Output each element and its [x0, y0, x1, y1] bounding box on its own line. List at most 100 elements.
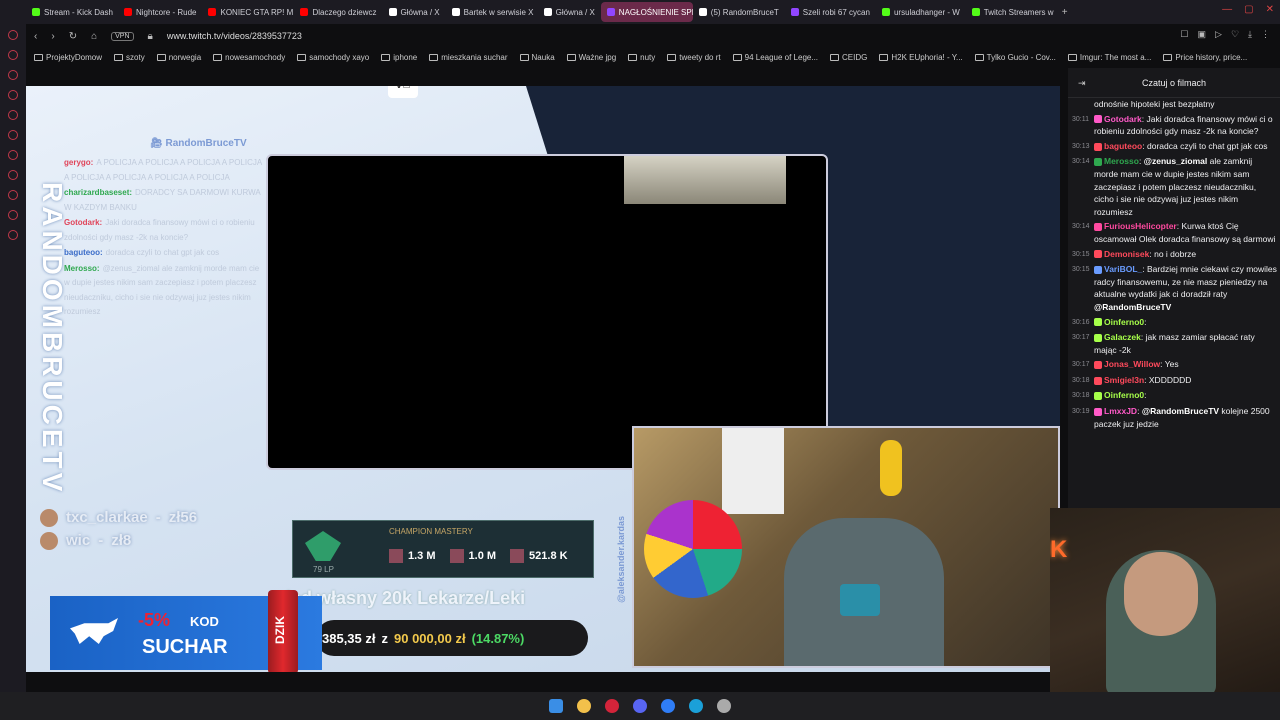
bookmark-item[interactable]: nowesamochody — [213, 53, 285, 62]
overlay-chat-text: doradca czyli to chat gpt jak cos — [105, 248, 220, 257]
bookmark-icon[interactable]: ☐ — [1180, 29, 1188, 40]
bookmark-item[interactable]: tweety do rt — [667, 53, 721, 62]
chat-timestamp[interactable]: 30:17 — [1072, 358, 1090, 372]
browser-tab[interactable]: Stream - Kick Dash — [26, 2, 118, 22]
chat-message-body: Jonas_Willow: Yes — [1094, 358, 1278, 372]
chat-message: 30:13 baguteoo: doradca czyli to chat gpt… — [1072, 140, 1278, 154]
browser-tab[interactable]: (5) RandomBruceT — [693, 2, 785, 22]
bookmark-item[interactable]: szoty — [114, 53, 145, 62]
bookmark-item[interactable]: nuty — [628, 53, 655, 62]
chat-username[interactable]: Smigiel3n — [1104, 375, 1144, 385]
chat-message-body: baguteoo: doradca czyli to chat gpt jak … — [1094, 140, 1278, 154]
bookmark-item[interactable]: ProjektyDomow — [34, 53, 102, 62]
chat-username[interactable]: VariBOL_ — [1104, 264, 1142, 274]
bookmark-item[interactable]: H2K EUphoria! - Y... — [879, 53, 963, 62]
bookmark-item[interactable]: mieszkania suchar — [429, 53, 508, 62]
neon-sign: K — [1050, 536, 1068, 563]
new-tab-icon[interactable]: + — [1062, 7, 1068, 18]
chat-username[interactable]: LmxxJD — [1104, 406, 1137, 416]
sidebar-icon[interactable] — [8, 150, 18, 160]
sidebar-icon[interactable] — [8, 90, 18, 100]
settings-icon[interactable] — [717, 699, 731, 713]
chat-timestamp[interactable]: 30:19 — [1072, 405, 1090, 430]
chat-username[interactable]: FuriousHelicopter — [1104, 221, 1177, 231]
streamer-name-vertical: RANDOMBRUCETV — [37, 182, 68, 496]
file-explorer-icon[interactable] — [577, 699, 591, 713]
chat-username[interactable]: baguteoo — [1104, 141, 1142, 151]
sidebar-icon[interactable] — [8, 130, 18, 140]
chat-username[interactable]: Galaczek — [1104, 332, 1141, 342]
messenger-icon[interactable] — [661, 699, 675, 713]
chat-timestamp[interactable]: 30:13 — [1072, 140, 1090, 154]
chat-timestamp[interactable]: 30:15 — [1072, 263, 1090, 313]
play-icon[interactable]: ▷ — [1215, 29, 1222, 40]
url-field[interactable]: www.twitch.tv/videos/2839537723 — [167, 31, 302, 41]
stream-control-button[interactable]: V⃞ — [388, 86, 418, 98]
chat-timestamp[interactable]: 30:18 — [1072, 374, 1090, 388]
bookmark-item[interactable]: samochody xayo — [297, 53, 369, 62]
chat-username[interactable]: Oinferno0 — [1104, 317, 1144, 327]
browser-tab[interactable]: Twitch Streamers w — [966, 2, 1058, 22]
bookmark-item[interactable]: Tylko Gucio - Cov... — [974, 53, 1056, 62]
browser-tab[interactable]: Szeli robi 67 cycan — [785, 2, 876, 22]
bookmark-item[interactable]: 94 League of Lege... — [732, 53, 818, 62]
browser-tab[interactable]: Bartek w serwisie X — [446, 2, 538, 22]
chat-timestamp[interactable]: 30:11 — [1072, 113, 1090, 138]
chat-mention[interactable]: @RandomBruceTV — [1142, 406, 1222, 416]
sidebar-icon[interactable] — [8, 170, 18, 180]
chat-timestamp[interactable]: 30:14 — [1072, 155, 1090, 218]
chat-timestamp[interactable]: 30:16 — [1072, 316, 1090, 330]
chat-username[interactable]: Demonisek — [1104, 249, 1149, 259]
sidebar-icon[interactable] — [8, 230, 18, 240]
bookmark-item[interactable]: Nauka — [519, 53, 555, 62]
reload-icon[interactable]: ↻ — [69, 31, 77, 42]
stream-video[interactable]: RANDOMBRUCETV 🎥︎ RandomBruceTV gerygo: A … — [26, 86, 1060, 672]
sidebar-icon[interactable] — [8, 50, 18, 60]
collapse-chat-icon[interactable]: ⇥ — [1078, 78, 1086, 89]
home-icon[interactable]: ⌂ — [91, 31, 97, 42]
bookmark-item[interactable]: CEIDG — [830, 53, 867, 62]
edge-icon[interactable] — [689, 699, 703, 713]
bookmark-item[interactable]: Imgur: The most a... — [1067, 53, 1151, 62]
chat-timestamp[interactable]: 30:17 — [1072, 331, 1090, 356]
forward-icon[interactable]: › — [51, 31, 54, 42]
snapshot-icon[interactable]: ▣ — [1198, 29, 1207, 40]
sidebar-icon[interactable] — [8, 30, 18, 40]
chat-username[interactable]: Oinferno0 — [1104, 390, 1144, 400]
download-icon[interactable]: ⤓ — [1248, 29, 1252, 40]
browser-tab[interactable]: NAGŁOŚNIENIE SPRAV — [600, 2, 693, 22]
chat-mention[interactable]: @RandomBruceTV — [1094, 302, 1171, 312]
heart-icon[interactable]: ♡ — [1231, 29, 1239, 40]
browser-tab[interactable]: Główna / X — [383, 2, 446, 22]
sidebar-icon[interactable] — [8, 110, 18, 120]
maximize-icon[interactable]: ▢ — [1244, 4, 1253, 15]
browser-tab[interactable]: Nightcore - Rude — [118, 2, 202, 22]
vpn-badge[interactable]: VPN — [111, 31, 134, 41]
sidebar-icon[interactable] — [8, 70, 18, 80]
close-icon[interactable]: ✕ — [1266, 4, 1274, 15]
chat-timestamp[interactable]: 30:15 — [1072, 248, 1090, 262]
bookmark-item[interactable]: Ważne jpg — [566, 53, 616, 62]
sidebar-icon[interactable] — [8, 190, 18, 200]
bookmarks-bar: ProjektyDomow szoty norwegia nowesamochody s… — [26, 48, 1280, 66]
browser-tab[interactable]: Dlaczego dziewcz — [294, 2, 382, 22]
browser-tab[interactable]: KONIEC GTA RP! M — [202, 2, 294, 22]
sidebar-icon[interactable] — [8, 210, 18, 220]
windows-start-icon[interactable] — [549, 699, 563, 713]
chat-timestamp[interactable]: 30:14 — [1072, 220, 1090, 245]
chat-mention[interactable]: @zenus_ziomal — [1144, 156, 1210, 166]
chat-username[interactable]: Gotodark — [1104, 114, 1142, 124]
minimize-icon[interactable]: — — [1222, 4, 1232, 15]
chat-timestamp[interactable]: 30:18 — [1072, 389, 1090, 403]
chat-username[interactable]: Merosso — [1104, 156, 1139, 166]
menu-icon[interactable]: ⋮ — [1261, 29, 1270, 40]
bookmark-item[interactable]: iphone — [381, 53, 417, 62]
opera-icon[interactable] — [605, 699, 619, 713]
discord-icon[interactable] — [633, 699, 647, 713]
browser-tab[interactable]: ursuladhanger - W — [876, 2, 966, 22]
bookmark-item[interactable]: Price history, price... — [1163, 53, 1247, 62]
back-icon[interactable]: ‹ — [34, 31, 37, 42]
chat-username[interactable]: Jonas_Willow — [1104, 359, 1160, 369]
browser-tab[interactable]: Główna / X — [538, 2, 601, 22]
bookmark-item[interactable]: norwegia — [156, 53, 201, 62]
